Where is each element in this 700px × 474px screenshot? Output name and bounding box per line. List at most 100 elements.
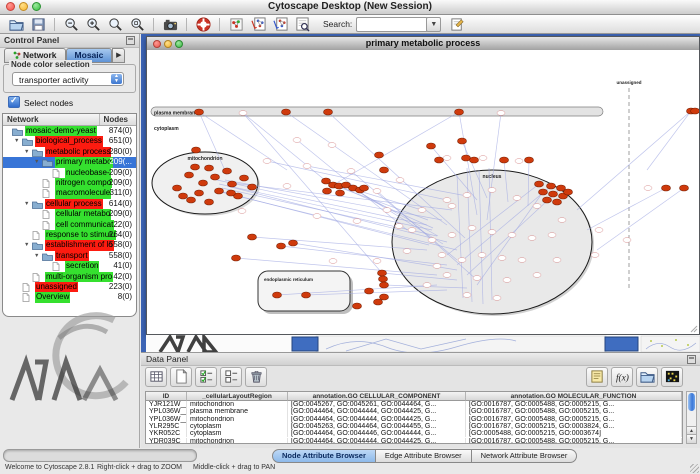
column-header-3[interactable]: annotation.GO MOLECULAR_FUNCTION [466, 392, 682, 401]
node[interactable] [433, 264, 441, 269]
selected-node[interactable] [662, 185, 671, 191]
node[interactable] [528, 236, 536, 241]
selected-node[interactable] [232, 255, 241, 261]
tree-row-cellular-metabo[interactable]: cellular metabo209(0) [3, 209, 136, 219]
toolbar-button-save[interactable] [27, 16, 49, 33]
selected-node[interactable] [380, 167, 389, 173]
tree-row-overview[interactable]: Overview8(0) [3, 292, 136, 302]
data-panel-button-matrix[interactable] [661, 367, 683, 387]
node[interactable] [328, 143, 336, 148]
node[interactable] [238, 209, 246, 214]
network-canvas[interactable]: plasma membranecytoplasmnucleusmitochond… [147, 50, 699, 334]
node[interactable] [395, 224, 403, 229]
node[interactable] [239, 111, 247, 116]
chevron-down-icon[interactable]: ▼ [426, 17, 441, 32]
disclosure-arrow-icon[interactable]: ▼ [24, 147, 29, 157]
selected-node[interactable] [564, 189, 573, 195]
node[interactable] [263, 159, 271, 164]
node[interactable] [303, 164, 311, 169]
selected-node[interactable] [360, 185, 369, 191]
selected-node[interactable] [458, 138, 467, 144]
selected-node[interactable] [374, 299, 383, 305]
selected-node[interactable] [192, 147, 201, 153]
selected-node[interactable] [205, 199, 214, 205]
zoom-icon[interactable] [175, 40, 183, 48]
selected-node[interactable] [179, 193, 188, 199]
selected-node[interactable] [553, 199, 562, 205]
selected-node[interactable] [240, 175, 249, 181]
node[interactable] [293, 138, 301, 143]
selected-node[interactable] [323, 188, 332, 194]
node[interactable] [463, 193, 471, 198]
tree-row-transport[interactable]: ▼transport558(0) [3, 251, 136, 261]
tree-row-secretion[interactable]: secretion41(0) [3, 261, 136, 271]
node[interactable] [373, 259, 381, 264]
node[interactable] [383, 208, 391, 213]
toolbar-button-import-table[interactable] [269, 16, 291, 33]
data-panel-button-open-attr[interactable] [636, 367, 658, 387]
attribute-table[interactable]: ID_cellularLayoutRegionannotation.GO CEL… [145, 391, 683, 444]
disclosure-arrow-icon[interactable]: ▼ [14, 136, 19, 146]
node[interactable] [533, 273, 541, 278]
selected-node[interactable] [470, 157, 479, 163]
node[interactable] [479, 156, 487, 161]
toolbar-button-zoom-out[interactable] [60, 16, 82, 33]
node[interactable] [313, 214, 321, 219]
node[interactable] [448, 204, 456, 209]
selected-node[interactable] [223, 168, 232, 174]
selected-node[interactable] [539, 189, 548, 195]
node[interactable] [418, 208, 426, 213]
node[interactable] [644, 186, 652, 191]
column-header-0[interactable]: ID [146, 392, 187, 401]
column-header-1[interactable]: _cellularLayoutRegion [187, 392, 288, 401]
node[interactable] [503, 278, 511, 283]
toolbar-button-layout[interactable] [225, 16, 247, 33]
selected-node[interactable] [302, 292, 311, 298]
node[interactable] [498, 256, 506, 261]
table-row-ylr295c[interactable]: YLR295Ccytoplasm[GO:0045263, GO:0044464,… [146, 423, 682, 430]
node-color-select[interactable]: transporter activity ▲▼ [12, 72, 124, 86]
tree-row-primary-metabo[interactable]: ▼primary metabo209(... [3, 157, 136, 167]
select-nodes-checkbox[interactable] [8, 96, 20, 108]
table-row-yjr121w__1[interactable]: YJR121W__1mitochondrion[GO:0045267, GO:0… [146, 401, 682, 408]
tree-row-macromolecule[interactable]: macromolecule311(0) [3, 188, 136, 198]
table-row-ykr052c[interactable]: YKR052Ccytoplasm[GO:0044464, GO:0044446,… [146, 430, 682, 437]
selected-node[interactable] [195, 109, 204, 115]
selected-node[interactable] [215, 188, 224, 194]
node[interactable] [518, 258, 526, 263]
tree-row-mosaic-demo-yeast[interactable]: mosaic-demo-yeast874(0) [3, 126, 136, 136]
node[interactable] [497, 111, 505, 116]
selected-node[interactable] [375, 152, 384, 158]
node[interactable] [283, 184, 291, 189]
node[interactable] [468, 226, 476, 231]
node[interactable] [488, 230, 496, 235]
node[interactable] [443, 156, 451, 161]
toolbar-button-help[interactable] [192, 16, 214, 33]
node[interactable] [553, 258, 561, 263]
disclosure-arrow-icon[interactable]: ▼ [24, 240, 29, 250]
toolbar-button-import-network[interactable] [247, 16, 269, 33]
selected-node[interactable] [211, 174, 220, 180]
tree-row-response-to-stimulu[interactable]: response to stimulu264(0) [3, 230, 136, 240]
data-panel-button-attr-table[interactable] [145, 367, 167, 387]
selected-node[interactable] [365, 288, 374, 294]
node[interactable] [533, 204, 541, 209]
selected-node[interactable] [455, 109, 464, 115]
selected-node[interactable] [379, 276, 388, 282]
selected-node[interactable] [195, 190, 204, 196]
selected-node[interactable] [289, 240, 298, 246]
selected-node[interactable] [435, 157, 444, 163]
selected-node[interactable] [353, 303, 362, 309]
tree-row-nitrogen-compo[interactable]: nitrogen compo209(0) [3, 178, 136, 188]
resize-grip[interactable] [690, 464, 699, 473]
disclosure-arrow-icon[interactable]: ▼ [34, 157, 39, 167]
toolbar-button-zoom-selected[interactable] [126, 16, 148, 33]
selected-node[interactable] [277, 243, 286, 249]
tree-row-nucleobase-[interactable]: nucleobase-209(0) [3, 168, 136, 178]
node[interactable] [508, 233, 516, 238]
node[interactable] [478, 253, 486, 258]
selected-node[interactable] [191, 164, 200, 170]
selected-node[interactable] [248, 184, 257, 190]
node[interactable] [396, 178, 404, 183]
node[interactable] [347, 169, 355, 174]
